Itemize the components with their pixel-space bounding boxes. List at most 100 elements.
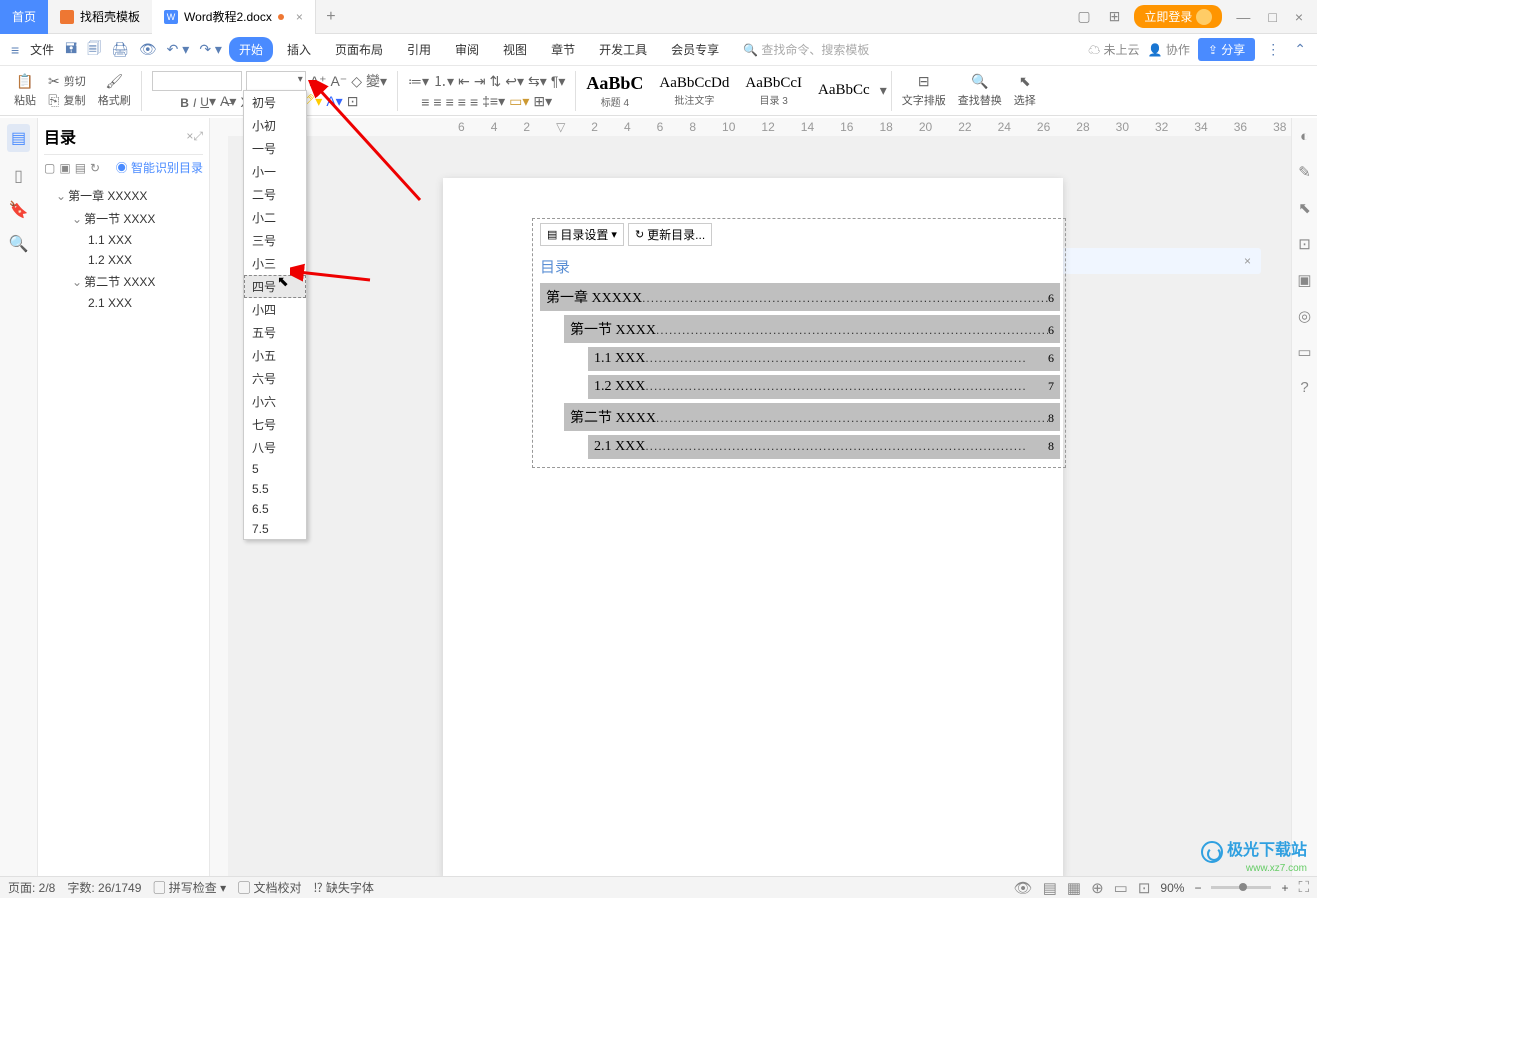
close-icon[interactable]: × [296,10,303,24]
bullets-icon[interactable]: ≔▾ [408,73,429,90]
align-center-icon[interactable]: ≡ [433,94,441,110]
refresh-icon[interactable]: ↻ [90,161,100,175]
pen-icon[interactable]: ✎ [1298,163,1311,181]
size-option[interactable]: 五号 [244,321,306,344]
close-icon[interactable]: × [1244,254,1251,268]
grow-font-icon[interactable]: A⁺ [310,73,327,90]
collapse-icon[interactable]: ⌃ [1291,41,1309,58]
select-button[interactable]: ⬉选择 [1008,73,1042,108]
view-read-icon[interactable]: ▭ [1114,879,1128,897]
tab-ref[interactable]: 引用 [397,37,441,62]
distribute-icon[interactable]: ≡ [470,94,478,110]
copy-icon[interactable]: ⎘ [48,92,59,109]
toc-entry[interactable]: 2.1 XXX.................................… [588,435,1060,459]
toc-entry[interactable]: 1.2 XXX.................................… [588,375,1060,399]
tab-home[interactable]: 首页 [0,0,48,34]
new-tab-button[interactable]: + [316,8,346,26]
pages-icon[interactable]: ▯ [14,166,23,186]
view-web-icon[interactable]: ⊕ [1091,879,1104,897]
phonetic-icon[interactable]: 變▾ [366,71,387,91]
italic-icon[interactable]: I [193,94,196,110]
size-option[interactable]: 小一 [244,160,306,183]
level2-icon[interactable]: ▣ [59,161,70,175]
shrink-font-icon[interactable]: A⁻ [330,73,347,90]
tree-item[interactable]: ⌄第一章 XXXXX [44,184,203,207]
zoom-in-button[interactable]: + [1281,881,1288,895]
zoom-level[interactable]: 90% [1160,881,1184,895]
level1-icon[interactable]: ▢ [44,161,55,175]
level3-icon[interactable]: ▤ [75,161,86,175]
layout-icon[interactable]: ▢ [1073,8,1094,25]
char-border-icon[interactable]: ⊡ [347,93,359,110]
view-page-icon[interactable]: ▤ [1043,879,1057,897]
paste-group[interactable]: 📋 粘贴 [8,73,42,108]
file-menu[interactable]: 文件 [26,41,58,58]
tab-member[interactable]: 会员专享 [661,37,729,62]
format-painter[interactable]: 🖌 格式刷 [92,73,137,108]
grid-icon[interactable]: ⊞ [1105,8,1125,25]
clear-format-icon[interactable]: ◇ [351,73,362,90]
size-option-hover[interactable]: 四号 [244,275,306,298]
align-right-icon[interactable]: ≡ [446,94,454,110]
login-button[interactable]: 立即登录 [1134,5,1222,28]
strike-icon[interactable]: A̶▾ [220,93,236,110]
toc-update-button[interactable]: ↻ 更新目录... [628,223,712,246]
size-option[interactable]: 二号 [244,183,306,206]
cloud-status[interactable]: ☁ 未上云 [1088,41,1139,58]
align-justify-icon[interactable]: ≡ [458,94,466,110]
settings-icon[interactable]: ⊡ [1298,235,1311,253]
tab-start[interactable]: 开始 [229,37,273,62]
size-option[interactable]: 小三 [244,252,306,275]
menu-icon[interactable]: ≡ [8,42,22,58]
indent-icon[interactable]: ⇥ [474,73,486,90]
tab-view[interactable]: 视图 [493,37,537,62]
redo-icon[interactable]: ↷ ▾ [196,41,225,58]
close-button[interactable]: × [1291,9,1307,25]
saveas-icon[interactable]: 🗐 [84,38,104,62]
line-spacing-icon[interactable]: ‡≡▾ [482,93,505,110]
bookmark-icon[interactable]: 🔖 [9,200,29,220]
print-icon[interactable]: 🖨 [108,41,132,58]
text-layout-button[interactable]: ⊟文字排版 [896,73,952,108]
toc-settings-button[interactable]: ▤ 目录设置 ▾ [540,223,624,246]
tree-item[interactable]: ⌄第二节 XXXX [44,270,203,293]
numbering-icon[interactable]: ⒈▾ [433,71,454,91]
outdent-icon[interactable]: ⇤ [458,73,470,90]
font-family-input[interactable] [152,71,242,91]
spell-check[interactable]: ▢ 拼写检查 ▾ [153,879,226,896]
fit-icon[interactable]: ⊡ [1138,879,1151,897]
style-more-icon[interactable]: ▾ [880,82,887,99]
size-option[interactable]: 小五 [244,344,306,367]
pointer-icon[interactable]: ⬉ [1298,199,1311,217]
book-icon[interactable]: ▭ [1297,343,1311,361]
tree-item[interactable]: 1.1 XXX [44,230,203,250]
preview-icon[interactable]: 👁 [136,41,160,58]
tab-layout[interactable]: 页面布局 [325,37,393,62]
find-replace-button[interactable]: 🔍查找替换 [952,73,1008,108]
page-indicator[interactable]: 页面: 2/8 [8,879,55,896]
align-left-icon[interactable]: ≡ [421,94,429,110]
minimize-button[interactable]: — [1232,9,1254,25]
share-button[interactable]: ⇪ 分享 [1198,38,1255,61]
doc-compare[interactable]: ▢ 文档校对 [238,879,301,896]
chevron-down-icon[interactable]: ▾ [298,74,303,85]
size-option[interactable]: 一号 [244,137,306,160]
size-option[interactable]: 5 [244,459,306,479]
tab-icon[interactable]: ⇆▾ [528,73,547,90]
image-icon[interactable]: ▣ [1297,271,1311,289]
tab-dev[interactable]: 开发工具 [589,37,657,62]
missing-font[interactable]: ⁉ 缺失字体 [313,879,373,896]
size-option[interactable]: 六号 [244,367,306,390]
font-color-icon[interactable]: A▾ [326,93,342,110]
size-option[interactable]: 小六 [244,390,306,413]
view-outline-icon[interactable]: ▦ [1067,879,1081,897]
size-option[interactable]: 初号 [244,91,306,114]
maximize-button[interactable]: □ [1264,9,1280,25]
bold-icon[interactable]: B [180,94,189,110]
zoom-slider[interactable] [1211,886,1271,889]
toc-entry[interactable]: 1.1 XXX.................................… [588,347,1060,371]
size-option[interactable]: 5.5 [244,479,306,499]
size-option[interactable]: 三号 [244,229,306,252]
collab-button[interactable]: 👤 协作 [1148,41,1190,58]
assistant-icon[interactable]: ◐ [1300,128,1309,145]
